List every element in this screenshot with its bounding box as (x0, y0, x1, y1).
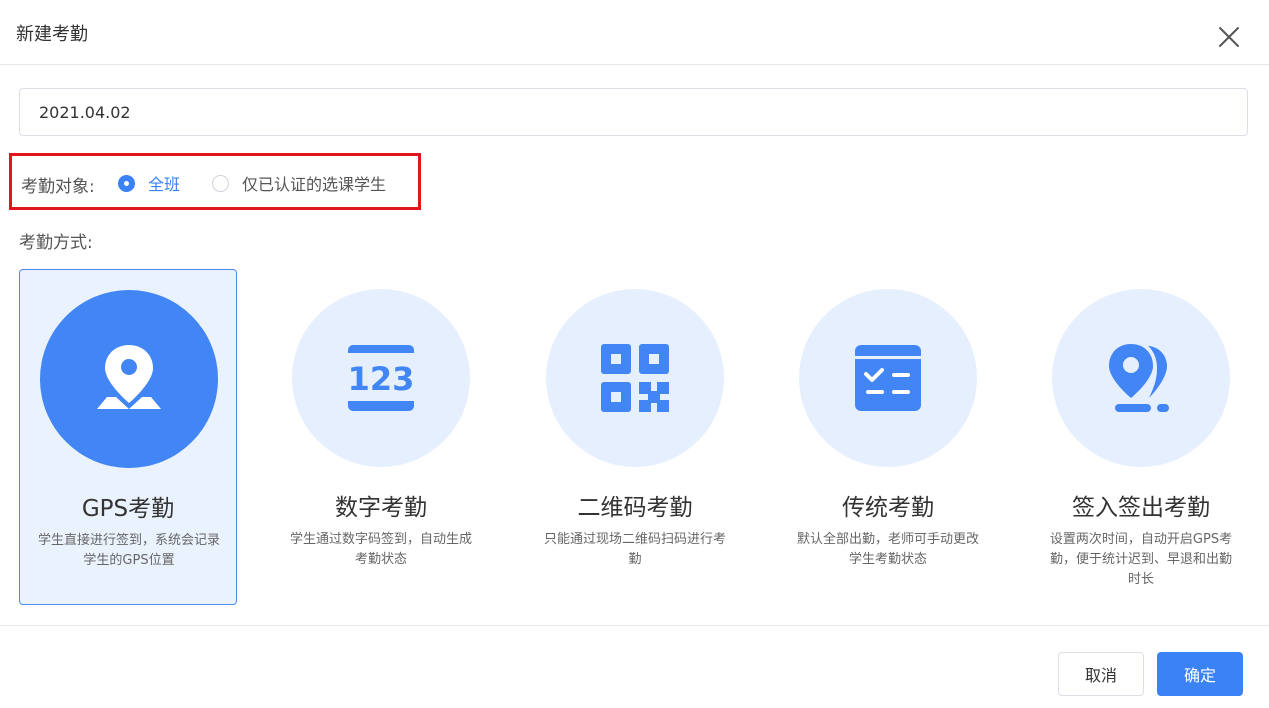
card-description: 默认全部出勤，老师可手动更改学生考勤状态 (796, 532, 979, 567)
confirm-button[interactable]: 确定 (1157, 652, 1243, 696)
card-name: GPS考勤 (81, 496, 175, 522)
card-icon-circle (40, 290, 218, 468)
svg-text:123: 123 (348, 360, 415, 398)
card-description: 设置两次时间，自动开启GPS考勤，便于统计迟到、早退和出勤时长 (1049, 532, 1233, 587)
card-name: 传统考勤 (842, 495, 934, 521)
method-card-qr[interactable]: 二维码考勤 只能通过现场二维码扫码进行考勤 (526, 269, 744, 605)
method-card-check-in-out[interactable]: 签入签出考勤 设置两次时间，自动开启GPS考勤，便于统计迟到、早退和出勤时长 (1032, 269, 1250, 605)
radio-label-whole-class: 全班 (148, 175, 181, 194)
radio-verified-students[interactable]: 仅已认证的选课学生 (212, 169, 386, 197)
attendance-method-label: 考勤方式: (19, 233, 93, 253)
number-code-icon: 123 (348, 345, 415, 411)
card-description: 只能通过现场二维码扫码进行考勤 (543, 532, 726, 567)
dialog-header: 新建考勤 (0, 0, 1269, 65)
close-button[interactable] (1212, 22, 1246, 52)
qr-code-icon (601, 344, 669, 412)
close-icon (1219, 27, 1239, 47)
card-icon-circle (546, 289, 724, 467)
footer-divider (0, 625, 1269, 626)
method-card-number[interactable]: 123 数字考勤 学生通过数字码签到，自动生成考勤状态 (272, 269, 490, 605)
radio-whole-class[interactable]: 全班 (118, 169, 180, 197)
location-pin-icon (97, 345, 161, 409)
cancel-button[interactable]: 取消 (1058, 652, 1144, 696)
radio-checked-icon (118, 174, 135, 192)
card-name: 签入签出考勤 (1072, 495, 1210, 521)
card-icon-circle (799, 289, 977, 467)
radio-unchecked-icon (212, 174, 229, 192)
date-input[interactable] (19, 88, 1248, 136)
attendance-target-group: 考勤对象: 全班 仅已认证的选课学生 (9, 153, 421, 210)
card-name: 数字考勤 (335, 495, 427, 521)
method-card-traditional[interactable]: 传统考勤 默认全部出勤，老师可手动更改学生考勤状态 (779, 269, 997, 605)
card-description: 学生通过数字码签到，自动生成考勤状态 (289, 532, 472, 567)
checklist-icon (855, 345, 921, 411)
new-attendance-dialog: 新建考勤 考勤对象: 全班 仅已认证的选课学生 考勤方式: GPS考勤 (0, 0, 1269, 708)
card-name: 二维码考勤 (577, 495, 693, 521)
dialog-title: 新建考勤 (16, 24, 88, 45)
attendance-target-label: 考勤对象: (21, 177, 95, 197)
method-card-gps[interactable]: GPS考勤 学生直接进行签到，系统会记录学生的GPS位置 (19, 269, 237, 605)
dual-pin-icon (1109, 344, 1169, 412)
card-icon-circle (1052, 289, 1230, 467)
card-description: 学生直接进行签到，系统会记录学生的GPS位置 (37, 533, 220, 568)
radio-label-verified-students: 仅已认证的选课学生 (242, 175, 387, 194)
card-icon-circle: 123 (292, 289, 470, 467)
